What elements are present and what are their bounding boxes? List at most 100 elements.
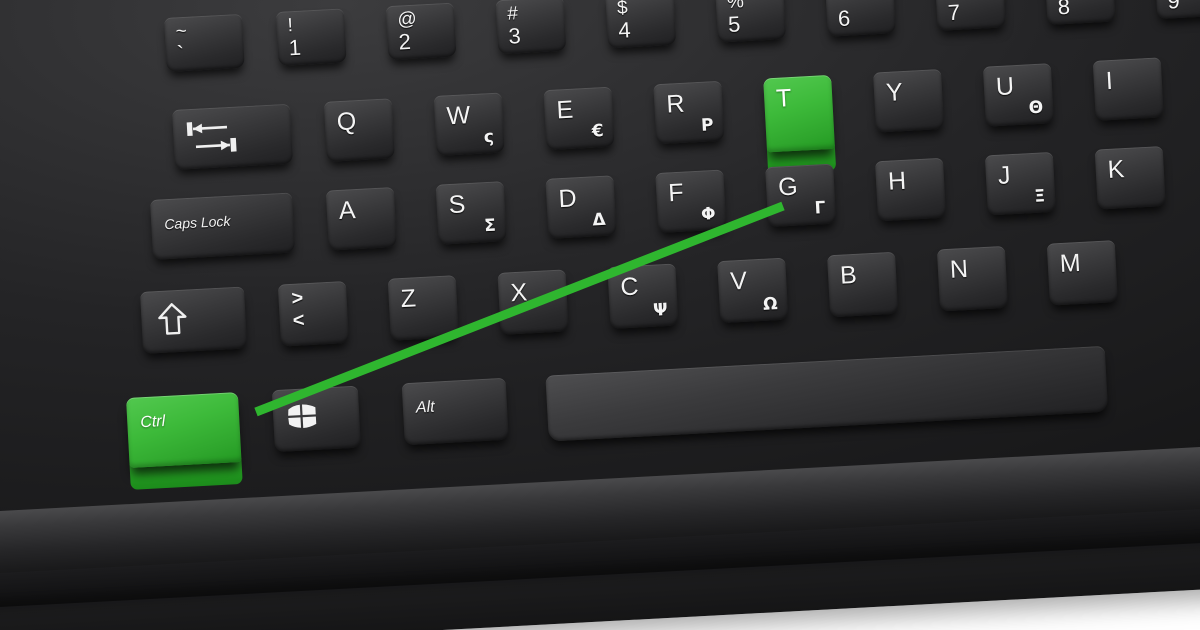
key-key-z[interactable]: Z [387, 275, 459, 341]
key-legend-word: Caps Lock [163, 212, 231, 233]
key-digit-7[interactable]: &7 [934, 0, 1006, 31]
key-key-d[interactable]: DΔ [545, 175, 617, 239]
key-key-q[interactable]: Q [323, 98, 395, 162]
key-legend-upper: > [290, 287, 304, 310]
key-legend-word: Alt [415, 398, 436, 417]
key-legend-main: R [665, 89, 686, 119]
key-legend-lower: 9 [1166, 0, 1181, 14]
key-left-ctrl[interactable]: Ctrl [126, 392, 242, 468]
key-legend-main: Q [336, 107, 358, 137]
key-legend-main: Z [400, 284, 417, 314]
key-key-f[interactable]: FΦ [655, 169, 727, 233]
key-key-m[interactable]: M [1046, 240, 1118, 306]
key-backquote[interactable]: ~ ` [164, 13, 245, 72]
key-legend-lower: 3 [507, 23, 522, 49]
key-legend-secondary: Ω [762, 294, 779, 315]
key-legend-main: M [1059, 248, 1082, 278]
key-legend-word: Ctrl [139, 412, 166, 432]
key-legend-secondary: Δ [592, 209, 607, 231]
key-key-angle[interactable]: > < [277, 281, 350, 347]
key-digit-4[interactable]: $4 [605, 0, 677, 49]
key-digit-5[interactable]: % 5 [715, 0, 786, 43]
key-key-x[interactable]: X [497, 269, 569, 335]
tab-icon [186, 122, 237, 152]
key-digit-2[interactable]: @2 [385, 2, 457, 61]
key-legend-main: Y [885, 78, 904, 107]
key-key-k[interactable]: K [1094, 146, 1166, 210]
key-key-b[interactable]: B [827, 251, 899, 318]
key-digit-1[interactable]: ! 1 [275, 8, 347, 66]
key-legend-upper: @ [396, 8, 418, 31]
key-legend-upper: $ [616, 0, 629, 19]
key-legend-secondary: Σ [483, 215, 497, 237]
key-legend-main: G [777, 172, 799, 202]
key-legend-secondary: Ψ [652, 299, 669, 321]
key-legend-upper: % [726, 0, 745, 14]
key-legend-main: T [775, 84, 793, 113]
key-legend-lower: < [292, 309, 306, 332]
key-left-alt[interactable]: Alt [401, 377, 509, 446]
key-legend-lower: 7 [947, 0, 961, 26]
key-key-t[interactable]: T [763, 74, 836, 153]
key-legend-main: E [555, 95, 574, 125]
key-legend-secondary: ς [483, 126, 495, 148]
key-key-c[interactable]: CΨ [607, 263, 679, 330]
key-key-e[interactable]: E € [543, 86, 615, 151]
key-legend-lower: 8 [1057, 0, 1071, 20]
key-legend-upper: ^ [836, 0, 846, 7]
key-spacebar[interactable] [545, 345, 1109, 442]
key-legend-main: S [447, 190, 467, 220]
key-legend-main: W [445, 101, 472, 131]
key-key-w[interactable]: Wς [433, 92, 505, 156]
key-digit-8[interactable]: *8 [1044, 0, 1116, 25]
key-windows[interactable] [271, 385, 361, 453]
key-legend-main: K [1107, 155, 1126, 184]
key-legend-main: F [667, 178, 685, 208]
key-key-y[interactable]: Y [873, 69, 945, 133]
key-key-i[interactable]: I [1092, 57, 1164, 121]
key-legend-lower: 2 [397, 28, 412, 55]
key-legend-lower: 5 [727, 11, 742, 37]
key-legend-lower: ` [176, 40, 185, 67]
key-key-n[interactable]: N [936, 245, 1009, 312]
key-legend-main: B [839, 260, 858, 290]
key-key-a[interactable]: A [325, 187, 397, 251]
key-key-h[interactable]: H [874, 157, 947, 222]
key-key-r[interactable]: RΡ [653, 80, 725, 145]
key-legend-main: U [995, 72, 1015, 102]
key-legend-main: H [887, 166, 907, 196]
key-legend-lower: 4 [617, 17, 632, 43]
key-key-s[interactable]: SΣ [435, 181, 507, 245]
shift-arrow-icon [158, 303, 187, 335]
key-legend-main: I [1105, 66, 1114, 96]
key-rows: ~`!1@2#3$4%5^6&7*8(9QWςE€RΡTYUΘICaps Loc… [0, 0, 1200, 630]
key-legend-lower: 1 [288, 34, 302, 61]
key-legend-upper: ! [287, 15, 294, 37]
key-legend-secondary: Ξ [1033, 186, 1046, 207]
key-legend-secondary: € [591, 121, 605, 142]
key-legend-main: V [729, 266, 748, 296]
key-left-shift[interactable] [140, 286, 248, 354]
key-legend-main: D [557, 184, 578, 214]
key-legend-lower: 6 [837, 5, 851, 32]
key-digit-9[interactable]: (9 [1154, 0, 1200, 20]
key-digit-3[interactable]: #3 [495, 0, 567, 55]
key-key-v[interactable]: VΩ [717, 257, 789, 324]
key-legend-secondary: Θ [1028, 97, 1044, 119]
key-legend-upper: ~ [175, 20, 188, 43]
keyboard-scene: ~`!1@2#3$4%5^6&7*8(9QWςE€RΡTYUΘICaps Loc… [0, 0, 1200, 630]
key-legend-main: A [338, 196, 357, 225]
key-legend-main: C [619, 272, 640, 302]
key-legend-main: N [949, 254, 969, 284]
key-legend-main: J [997, 161, 1012, 190]
windows-logo-icon [288, 404, 317, 429]
key-legend-secondary: Ρ [700, 115, 715, 136]
key-tab[interactable] [172, 103, 294, 170]
key-key-u[interactable]: UΘ [982, 63, 1054, 127]
key-digit-6[interactable]: ^6 [825, 0, 896, 37]
key-key-j[interactable]: JΞ [984, 151, 1056, 216]
key-legend-upper: # [506, 3, 519, 25]
key-key-g[interactable]: GΓ [765, 163, 837, 228]
key-legend-main: X [509, 278, 529, 308]
key-caps-lock[interactable]: Caps Lock [150, 192, 295, 260]
